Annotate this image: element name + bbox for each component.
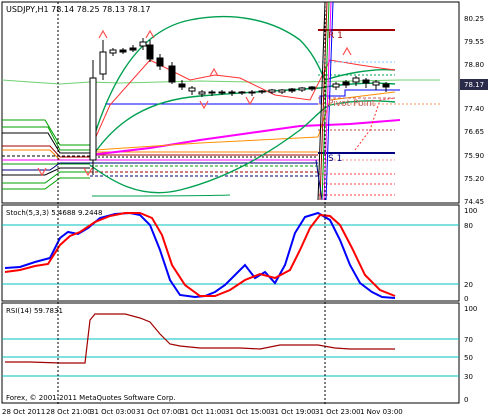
- price-tick: 79.55: [464, 38, 484, 46]
- time-tick: 28 Oct 2011: [2, 408, 45, 416]
- time-tick: 31 Oct 03:00: [90, 408, 136, 416]
- copyright: Forex, © 2001-2011 MetaQuotes Software C…: [6, 394, 176, 402]
- chart-window[interactable]: USDJPY,H1 78.14 78.25 78.13 78.17 R 1 Pi…: [0, 0, 490, 420]
- time-tick: 28 Oct 21:00: [46, 408, 92, 416]
- price-tick: 78.80: [464, 61, 484, 69]
- price-tick: 77.40: [464, 105, 484, 113]
- stoch-panel-frame: [1, 204, 460, 302]
- price-tick: 76.65: [464, 128, 484, 136]
- stoch-tick: 20: [464, 281, 473, 289]
- time-tick: 1 Nov 03:00: [360, 408, 403, 416]
- price-axis: 80.25 79.55 78.80 77.40 76.65 75.90 75.2…: [464, 15, 484, 206]
- pivot-point-label: Pivot Point: [328, 99, 376, 109]
- r1-label: R 1: [328, 31, 343, 41]
- stoch-axis: 100 80 20 0: [464, 207, 477, 303]
- stoch-tick: 0: [464, 295, 468, 303]
- rsi-tick: 70: [464, 336, 473, 344]
- rsi-tick: 100: [464, 305, 477, 313]
- main-panel-frame: [1, 1, 460, 204]
- time-tick: 31 Oct 15:00: [225, 408, 271, 416]
- time-axis: 28 Oct 2011 28 Oct 21:00 31 Oct 03:00 31…: [2, 408, 403, 416]
- stoch-tick: 80: [464, 222, 473, 230]
- rsi-tick: 30: [464, 373, 473, 381]
- price-tick: 74.45: [464, 198, 484, 206]
- price-tick: 75.90: [464, 152, 484, 160]
- rsi-panel-frame: [1, 302, 460, 404]
- chart-title: USDJPY,H1 78.14 78.25 78.13 78.17: [6, 5, 150, 14]
- rsi-tick: 50: [464, 354, 473, 362]
- current-price-label: 78.17: [464, 81, 484, 89]
- rsi-axis: 100 70 50 30 0: [464, 305, 477, 404]
- rsi-tick: 0: [464, 396, 468, 404]
- main-price-panel[interactable]: USDJPY,H1 78.14 78.25 78.13 78.17 R 1 Pi…: [1, 1, 488, 206]
- time-tick: 31 Oct 19:00: [270, 408, 316, 416]
- stoch-tick: 100: [464, 207, 477, 215]
- stoch-title: Stoch(5,3,3) 5.4688 9.2448: [6, 209, 102, 217]
- s1-label: S 1: [328, 154, 342, 164]
- time-tick: 31 Oct 11:00: [180, 408, 226, 416]
- stoch-panel[interactable]: Stoch(5,3,3) 5.4688 9.2448 100 80 20 0: [1, 204, 477, 303]
- time-tick: 31 Oct 07:00: [136, 408, 182, 416]
- rsi-title: RSI(14) 59.7831: [6, 307, 63, 315]
- price-tick: 80.25: [464, 15, 484, 23]
- rsi-panel[interactable]: RSI(14) 59.7831 Forex, © 2001-2011 MetaQ…: [1, 302, 477, 404]
- time-tick: 31 Oct 23:00: [315, 408, 361, 416]
- price-tick: 75.20: [464, 175, 484, 183]
